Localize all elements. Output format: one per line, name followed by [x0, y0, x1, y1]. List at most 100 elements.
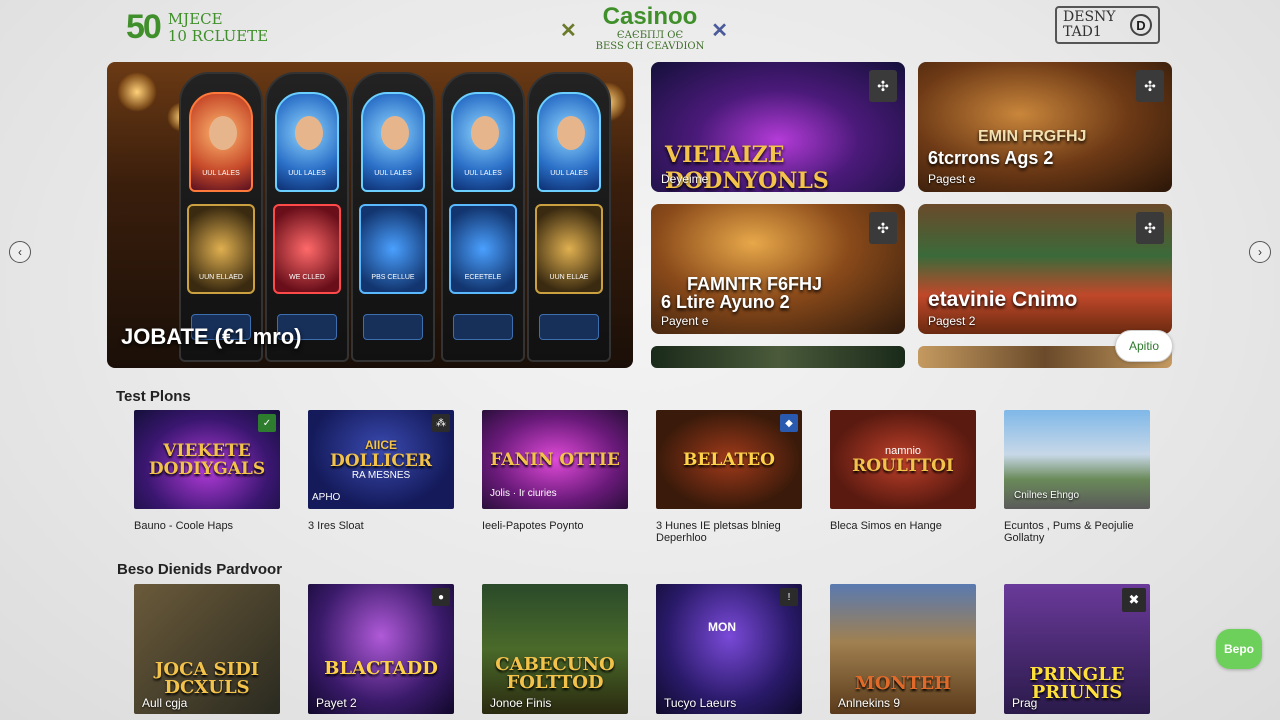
hero-banner[interactable]: UUL LALES UUN ELLAED UUL LALES WE CLLED UU… — [107, 62, 633, 368]
feature-strip[interactable] — [651, 346, 905, 368]
game-thumbnail: ◆ BELATEO — [656, 410, 802, 509]
game-overlay-bottom: RA MESNES — [351, 470, 411, 481]
clover-icon[interactable]: ✣ — [1136, 70, 1164, 102]
character-face — [557, 116, 585, 150]
game-title: JOCA SIDI DCXULS — [154, 659, 260, 698]
game-card[interactable]: ◆ BELATEO 3 Hunes IE pletsas blnieg Depe… — [656, 410, 802, 544]
game-card[interactable]: CABECUNO FOLTTOD Jonoe Finis — [482, 584, 628, 714]
machine-button-panel — [539, 314, 599, 340]
clover-icon[interactable]: ✣ — [869, 70, 897, 102]
game-caption: Ecuntos , Pums & Peojulie Gollatny — [1004, 520, 1134, 544]
game-title: VIEKETE DODIYGALS — [148, 440, 266, 479]
logo-d-icon: D — [1130, 14, 1152, 36]
game-card[interactable]: ✖ PRINGLE PRIUNIS Prag — [1004, 584, 1150, 714]
center-brand[interactable]: ✕ Casinoo ЄАЄБПЛ ОЄ BESS CH CEAVDION ✕ — [560, 4, 740, 53]
cross-icon: ✕ — [560, 20, 577, 42]
logo-line-2: 10 RCLUETE — [167, 26, 269, 45]
game-card[interactable]: JOCA SIDI DCXULS Aull cgja — [134, 584, 280, 714]
apply-button[interactable]: Apitio — [1115, 330, 1173, 362]
machine-mid-label: UUN ELLAED — [199, 274, 243, 281]
game-card[interactable]: namnio ROULTTOI Bleca Simos en Hange — [830, 410, 976, 532]
game-card[interactable]: ✓ VIEKETE DODIYGALS Bauno - Coole Haps — [134, 410, 280, 532]
section-title: Test Plons — [116, 388, 191, 405]
game-title: BLACTADD — [324, 658, 438, 679]
brand-logo-right[interactable]: DESNY TAD1 D — [1055, 6, 1160, 44]
logo-right-line-2: TAD1 — [1063, 24, 1102, 40]
carousel-prev-button[interactable]: ‹ — [9, 241, 31, 263]
header: 50 MJECE 10 RCLUETE ✕ Casinoo ЄАЄБПЛ ОЄ … — [0, 0, 1280, 56]
machine-top-screen — [275, 92, 339, 192]
feature-tile[interactable]: ✣ FAMNTR F6FHJ 6 Ltire Ayuno 2 Payent e — [651, 204, 905, 334]
game-card[interactable]: ⁂ AIICE DOLLICER RA MESNES APHO 3 Ires S… — [308, 410, 454, 532]
machine-button-panel — [363, 314, 423, 340]
machine-button-panel — [453, 314, 513, 340]
game-thumbnail: ✓ VIEKETE DODIYGALS — [134, 410, 280, 509]
game-label: Anlnekins 9 — [838, 696, 901, 710]
game-card[interactable]: ● BLACTADD Payet 2 — [308, 584, 454, 714]
game-caption: 3 Ires Sloat — [308, 520, 364, 532]
feature-tile[interactable]: ✣ EMIN FRGFHJ 6tcrrons Ags 2 Pagest e — [918, 62, 1172, 192]
game-overlay-top: AIICE — [364, 438, 397, 452]
game-badge-icon: ! — [780, 588, 798, 606]
game-thumbnail: ! MON Tucyo Laeurs — [656, 584, 802, 714]
feature-subtitle: Deyeime — [661, 172, 709, 186]
feature-subtitle: Payent e — [661, 314, 709, 328]
game-card[interactable]: Cnilnes Ehngo Ecuntos , Pums & Peojulie … — [1004, 410, 1150, 544]
machine-mid-label: UUN ELLAE — [549, 274, 589, 281]
game-thumbnail: Cnilnes Ehngo — [1004, 410, 1150, 509]
game-label: Payet 2 — [316, 696, 357, 710]
chevron-left-icon: ‹ — [18, 245, 22, 259]
feature-title: etavinie Cnimo — [928, 288, 1078, 311]
feature-tile[interactable]: ✣ etavinie Cnimo Pagest 2 — [918, 204, 1172, 334]
clover-icon[interactable]: ✣ — [1136, 212, 1164, 244]
game-title: DOLLICER — [329, 451, 433, 471]
game-thumbnail: ● BLACTADD Payet 2 — [308, 584, 454, 714]
game-badge-icon: ⁂ — [432, 414, 450, 432]
machine-top-label: UUL LALES — [550, 170, 588, 177]
close-icon[interactable]: ✖ — [1122, 588, 1146, 612]
game-thumbnail: namnio ROULTTOI — [830, 410, 976, 509]
game-title: ROULTTOI — [852, 455, 954, 476]
game-card[interactable]: MONTEH Anlnekins 9 — [830, 584, 976, 714]
game-thumbnail: ⁂ AIICE DOLLICER RA MESNES APHO — [308, 410, 454, 509]
game-tag: APHO — [312, 492, 341, 503]
game-thumbnail: MONTEH Anlnekins 9 — [830, 584, 976, 714]
slot-machine: UUL LALES ECEETELE — [441, 72, 525, 362]
feature-banner: EMIN FRGFHJ — [978, 128, 1087, 145]
game-title: FANIN OTTIE — [490, 449, 620, 470]
character-face — [209, 116, 237, 150]
game-card[interactable]: ! MON Tucyo Laeurs — [656, 584, 802, 714]
game-label: Aull cgja — [142, 696, 188, 710]
game-title: BELATEO — [683, 449, 775, 470]
section-title: Beso Dienids Pardvoor — [117, 561, 283, 578]
machine-mid-label: PBS CELLUE — [371, 274, 415, 281]
slot-machine: UUL LALES UUN ELLAED — [179, 72, 263, 362]
feature-subtitle: Pagest e — [928, 172, 976, 186]
machine-top-label: UUL LALES — [288, 170, 326, 177]
slot-machine: UUL LALES WE CLLED — [265, 72, 349, 362]
game-caption: Bleca Simos en Hange — [830, 520, 942, 532]
carousel-next-button[interactable]: › — [1249, 241, 1271, 263]
machine-top-label: UUL LALES — [464, 170, 502, 177]
logo-line-1: MJECE — [167, 9, 223, 28]
game-thumbnail: ✖ PRINGLE PRIUNIS Prag — [1004, 584, 1150, 714]
machine-top-screen — [451, 92, 515, 192]
machine-mid-label: WE CLLED — [289, 274, 325, 281]
game-card[interactable]: FANIN OTTIE Jolis · Ir ciuries Ieeli-Pap… — [482, 410, 628, 532]
feature-tile[interactable]: ✣ VIETAIZE DODNYONLS Deyeime — [651, 62, 905, 192]
character-face — [295, 116, 323, 150]
logo-right-line-1: DESNY — [1063, 9, 1116, 25]
machine-top-label: UUL LALES — [202, 170, 240, 177]
logo-right-text: DESNY TAD1 — [1063, 10, 1116, 40]
slot-machine: UUL LALES UUN ELLAE — [527, 72, 611, 362]
clover-icon[interactable]: ✣ — [869, 212, 897, 244]
feature-title: 6tcrrons Ags 2 — [928, 148, 1054, 168]
logo-text: MJECE 10 RCLUETE — [167, 9, 269, 45]
game-caption: Bauno - Coole Haps — [134, 520, 234, 532]
machine-top-label: UUL LALES — [374, 170, 412, 177]
brand-logo-left[interactable]: 50 MJECE 10 RCLUETE — [126, 8, 268, 47]
deposit-button[interactable]: Bepo — [1216, 629, 1262, 669]
game-thumbnail-text: namnio ROULTTOI — [852, 445, 954, 475]
game-label: Prag — [1012, 696, 1038, 710]
feature-title: 6 Ltire Ayuno 2 — [661, 292, 790, 312]
